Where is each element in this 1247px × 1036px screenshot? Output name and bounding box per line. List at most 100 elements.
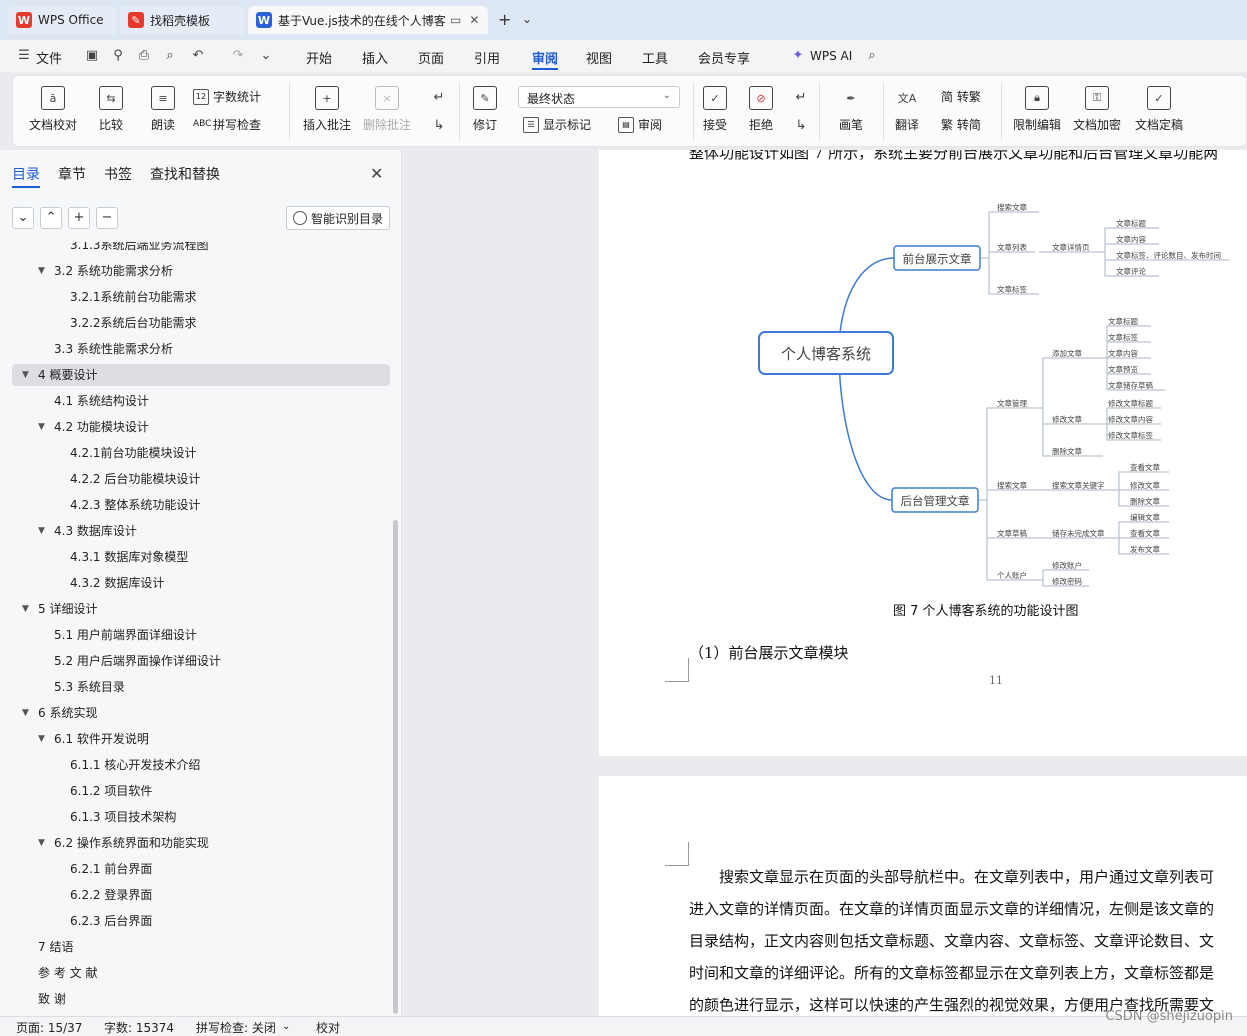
finalize-doc-button[interactable]: ✓ 文档定稿 — [1135, 86, 1183, 133]
tab-toc[interactable]: 目录 — [12, 164, 40, 184]
tab-bookmarks[interactable]: 书签 — [104, 164, 132, 184]
toc-item[interactable]: 参 考 文 献 — [12, 962, 390, 984]
read-aloud-button[interactable]: ≡ 朗读 — [151, 86, 175, 133]
tab-list-dropdown[interactable]: ⌄ — [522, 12, 532, 26]
undo-icon[interactable]: ↶ — [190, 48, 206, 64]
file-menu[interactable]: 文件 — [36, 48, 62, 67]
wps-ai-button[interactable]: WPS AI — [810, 49, 852, 63]
accept-button[interactable]: ✓ 接受 — [703, 86, 727, 133]
page-indicator[interactable]: 页面: 15/37 — [16, 1019, 82, 1036]
caret-down-icon[interactable]: ▼ — [22, 364, 29, 386]
toc-item[interactable]: 5.2 用户后端界面操作详细设计 — [12, 650, 390, 672]
caret-down-icon[interactable]: ▼ — [22, 702, 29, 724]
toc-item[interactable]: ▼ 4 概要设计 — [12, 364, 390, 386]
toc-item[interactable]: ▼ 5 详细设计 — [12, 598, 390, 620]
track-changes-button[interactable]: ✎ 修订 — [473, 86, 497, 133]
next-change-icon[interactable]: ↳ — [793, 118, 809, 134]
toc-item[interactable]: ▼ 6 系统实现 — [12, 702, 390, 724]
save-icon[interactable]: ▣ — [84, 48, 100, 64]
search-icon[interactable]: ⌕ — [864, 48, 880, 64]
previous-comment-icon[interactable]: ↵ — [431, 90, 447, 106]
doc-check-button[interactable]: ā 文档校对 — [29, 86, 77, 133]
toc-item[interactable]: 6.1.3 项目技术架构 — [12, 806, 390, 828]
toc-item[interactable]: 6.2.3 后台界面 — [12, 910, 390, 932]
menu-insert[interactable]: 插入 — [362, 48, 388, 67]
toc-item[interactable]: 4.2.2 后台功能模块设计 — [12, 468, 390, 490]
add-heading-button[interactable]: + — [68, 207, 90, 229]
show-markup-button[interactable]: ☰ 显示标记 — [523, 116, 591, 133]
pen-button[interactable]: ✒ 画笔 — [839, 86, 863, 133]
toc-item[interactable]: ▼ 6.1 软件开发说明 — [12, 728, 390, 750]
tab-current-document[interactable]: W 基于Vue.js技术的在线个人博客 ▭ ✕ — [248, 6, 488, 34]
toc-item[interactable]: ▼ 4.2 功能模块设计 — [12, 416, 390, 438]
new-tab-button[interactable]: + — [498, 10, 511, 29]
menu-tools[interactable]: 工具 — [642, 48, 668, 67]
toc-item[interactable]: ▼ 3.2 系统功能需求分析 — [12, 260, 390, 282]
close-tab-icon[interactable]: ✕ — [469, 13, 479, 27]
print-preview-icon[interactable]: ⌕ — [162, 48, 178, 64]
spell-check-button[interactable]: ABC 拼写检查 — [193, 116, 261, 133]
menu-view[interactable]: 视图 — [586, 48, 612, 67]
quick-access-dropdown-icon[interactable]: ⌄ — [258, 48, 274, 64]
tab-docer[interactable]: ✎ 找稻壳模板 — [120, 6, 244, 34]
restrict-edit-button[interactable]: 🔒︎ 限制编辑 — [1013, 86, 1061, 133]
toc-item[interactable]: 7 结语 — [12, 936, 390, 958]
hamburger-icon[interactable]: ☰ — [16, 48, 32, 64]
print-icon[interactable]: ⎙ — [136, 48, 152, 64]
caret-down-icon[interactable]: ▼ — [22, 598, 29, 620]
smart-toc-button[interactable]: 智能识别目录 — [286, 206, 390, 230]
toc-item[interactable]: 6.2.2 登录界面 — [12, 884, 390, 906]
caret-down-icon[interactable]: ▼ — [38, 832, 45, 854]
screen-icon[interactable]: ▭ — [450, 13, 461, 27]
proofread-status[interactable]: 校对 — [316, 1019, 340, 1036]
menu-page[interactable]: 页面 — [418, 48, 444, 67]
nav-scrollbar[interactable] — [393, 520, 398, 1014]
reject-button[interactable]: ⊘ 拒绝 — [749, 86, 773, 133]
compare-button[interactable]: ⇆ 比较 — [99, 86, 123, 133]
chevron-down-icon[interactable]: ⌄ — [282, 1021, 290, 1032]
toc-item[interactable]: 4.1 系统结构设计 — [12, 390, 390, 412]
markup-state-select[interactable]: 最终状态 ⌄ — [518, 86, 680, 108]
share-icon[interactable]: ⚲ — [110, 48, 126, 64]
toc-item[interactable]: 6.2.1 前台界面 — [12, 858, 390, 880]
tab-find-replace[interactable]: 查找和替换 — [150, 164, 220, 184]
toc-item[interactable]: 5.1 用户前端界面详细设计 — [12, 624, 390, 646]
toc-item[interactable]: ▼ 4.3 数据库设计 — [12, 520, 390, 542]
to-simplified-button[interactable]: 繁 转简 — [941, 116, 981, 133]
encrypt-doc-button[interactable]: ⚿ 文档加密 — [1073, 86, 1121, 133]
previous-change-icon[interactable]: ↵ — [793, 90, 809, 106]
caret-down-icon[interactable]: ▼ — [38, 416, 45, 438]
toc-item[interactable]: 4.2.3 整体系统功能设计 — [12, 494, 390, 516]
caret-down-icon[interactable]: ▼ — [38, 728, 45, 750]
toc-item[interactable]: 3.2.1系统前台功能需求 — [12, 286, 390, 308]
menu-member[interactable]: 会员专享 — [698, 48, 750, 67]
caret-down-icon[interactable]: ▼ — [38, 520, 45, 542]
spell-check-status[interactable]: 拼写检查: 关闭 — [196, 1019, 276, 1036]
toc-item[interactable]: 3.2.2系统后台功能需求 — [12, 312, 390, 334]
menu-reference[interactable]: 引用 — [474, 48, 500, 67]
word-count-button[interactable]: 12 字数统计 — [193, 88, 261, 105]
next-comment-icon[interactable]: ↳ — [431, 118, 447, 134]
toc-item[interactable]: 3.3 系统性能需求分析 — [12, 338, 390, 360]
toc-item[interactable]: 4.3.2 数据库设计 — [12, 572, 390, 594]
review-pane-button[interactable]: ▤ 审阅 — [618, 116, 662, 133]
toc-item[interactable]: 5.3 系统目录 — [12, 676, 390, 698]
delete-comment-button[interactable]: × 删除批注 — [363, 86, 411, 133]
tab-chapters[interactable]: 章节 — [58, 164, 86, 184]
toc-item[interactable]: 6.1.1 核心开发技术介绍 — [12, 754, 390, 776]
toc-item[interactable]: 4.3.1 数据库对象模型 — [12, 546, 390, 568]
toc-item[interactable]: 6.1.2 项目软件 — [12, 780, 390, 802]
tab-wps-office[interactable]: W WPS Office — [8, 6, 116, 34]
toc-item[interactable]: 致 谢 — [12, 988, 390, 1010]
toc-item[interactable]: ▼ 6.2 操作系统界面和功能实现 — [12, 832, 390, 854]
collapse-all-button[interactable]: ⌄ — [12, 207, 34, 229]
close-icon[interactable]: ✕ — [370, 164, 383, 183]
toc-item[interactable]: 4.2.1前台功能模块设计 — [12, 442, 390, 464]
promote-button[interactable]: ⌃ — [40, 207, 62, 229]
menu-review[interactable]: 审阅 — [532, 48, 558, 67]
remove-heading-button[interactable]: − — [96, 207, 118, 229]
toc-item[interactable]: 3.1.3系统后端业务流程图 — [12, 242, 390, 256]
word-count-indicator[interactable]: 字数: 15374 — [104, 1019, 174, 1036]
translate-button[interactable]: 文A 翻译 — [895, 86, 919, 133]
to-traditional-button[interactable]: 简 转繁 — [941, 88, 981, 105]
